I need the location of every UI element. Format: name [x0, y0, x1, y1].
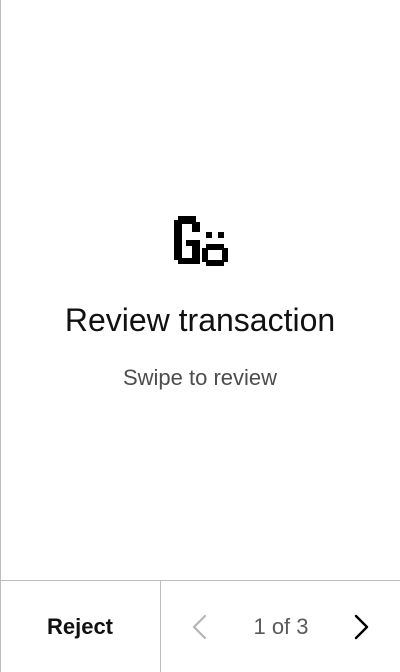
- go-logo-icon: [170, 212, 230, 272]
- subtitle: Swipe to review: [122, 365, 278, 390]
- pager-text: 1 of 3: [253, 613, 309, 639]
- pager-nav: 1 of 3: [161, 581, 400, 672]
- chevron-right-icon[interactable]: [349, 614, 373, 640]
- reject-button[interactable]: Reject: [0, 581, 160, 672]
- footer-bar: Reject 1 of 3: [0, 580, 400, 672]
- page-title: Review transaction: [64, 302, 336, 338]
- chevron-left-icon[interactable]: [188, 614, 212, 640]
